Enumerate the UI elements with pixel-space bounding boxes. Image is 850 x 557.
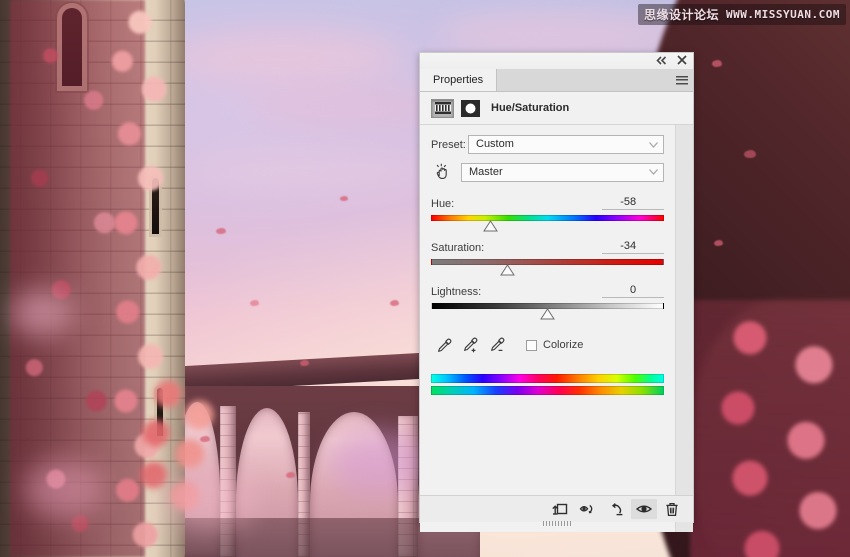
channel-dropdown[interactable]: Master [461,162,665,182]
chevron-down-icon [647,139,659,151]
colorize-label: Colorize [543,339,584,351]
falling-petal [300,360,309,366]
panel-body: Preset: Custom Master Hue: -58 Saturatio… [420,125,693,532]
panel-content: Preset: Custom Master Hue: -58 Saturatio… [420,125,675,532]
on-image-adjustment-hand-icon[interactable] [429,162,455,182]
tab-properties[interactable]: Properties [420,69,498,91]
bokeh-blur [10,290,74,336]
colorize-checkbox-row[interactable]: Colorize [526,339,583,351]
falling-petal [712,60,722,67]
blossom-cluster [690,300,850,557]
delete-adjustment-button[interactable] [659,499,685,519]
bokeh-blur [164,470,254,530]
clip-to-layer-button[interactable] [547,499,573,519]
saturation-slider[interactable] [431,259,665,276]
screenshot-root: 思缘设计论坛 WWW.MISSYUAN.COM Properties Hue/S… [0,0,850,557]
view-previous-state-button[interactable] [575,499,601,519]
preset-value: Custom [476,138,514,150]
falling-petal [200,436,210,442]
panel-titlebar [420,53,693,69]
output-hue-spectrum-bar[interactable] [431,386,665,395]
hue-slider[interactable] [431,215,665,232]
saturation-slider-thumb[interactable] [500,264,516,276]
falling-petal [216,228,226,234]
eyedropper-sample-icon[interactable] [431,334,458,356]
hamburger-menu-icon[interactable] [671,69,693,91]
input-hue-spectrum-bar[interactable] [431,374,665,383]
panel-resize-grip[interactable] [542,521,571,526]
toggle-visibility-button[interactable] [631,499,657,519]
cloud [250,86,440,126]
panel-footer-toolbar [420,495,693,526]
hue-slider-label: Hue: [431,198,455,210]
falling-petal [286,472,295,478]
bokeh-blur [24,460,104,518]
preset-row: Preset: Custom [420,135,675,154]
lightness-slider-thumb[interactable] [540,308,555,320]
hue-saturation-adjustment-icon[interactable] [431,98,454,118]
channel-row: Master [420,162,675,182]
channel-value: Master [469,165,503,178]
tab-strip-filler [497,69,671,91]
layer-mask-icon[interactable] [461,99,480,117]
hue-slider-thumb[interactable] [483,220,498,232]
double-chevron-left-icon[interactable] [655,54,667,66]
lightness-slider-block: Lightness: 0 [420,283,675,320]
eyedropper-subtract-icon[interactable] [485,334,512,356]
saturation-value-field[interactable]: -34 [602,240,665,254]
tools-row: Colorize [420,334,675,356]
saturation-slider-track [431,259,665,265]
falling-petal [390,300,399,306]
lightness-slider[interactable] [431,303,665,320]
saturation-slider-label: Saturation: [431,242,485,254]
bokeh-blur [330,430,426,494]
adjustment-header: Hue/Saturation [420,92,693,125]
close-icon[interactable] [676,54,688,66]
chevron-down-icon [647,166,659,178]
saturation-slider-block: Saturation: -34 [420,239,675,276]
falling-petal [714,240,723,246]
eyedropper-add-icon[interactable] [458,334,485,356]
panel-tab-strip: Properties [420,69,693,92]
hue-value-field[interactable]: -58 [602,196,665,210]
panel-right-gutter [675,125,693,532]
colorize-checkbox[interactable] [526,339,537,351]
slider-group: Hue: -58 Saturation: -34 Lightness: 0 [420,195,675,320]
falling-petal [250,300,259,306]
hue-spectrum-bars [420,374,675,395]
properties-panel: Properties Hue/Saturation Preset: Custom… [419,52,694,532]
cloud [180,150,430,192]
hue-slider-block: Hue: -58 [420,195,675,232]
lightness-value-field[interactable]: 0 [602,284,665,298]
cloud [170,30,400,84]
lightness-slider-label: Lightness: [431,286,482,298]
adjustment-title: Hue/Saturation [491,102,570,114]
falling-petal [744,150,756,158]
preset-label: Preset: [431,138,466,151]
falling-petal [340,196,348,201]
reset-adjustment-button[interactable] [603,499,629,519]
preset-dropdown[interactable]: Custom [468,135,665,154]
hue-slider-track [431,215,665,221]
tab-properties-label: Properties [433,74,484,86]
